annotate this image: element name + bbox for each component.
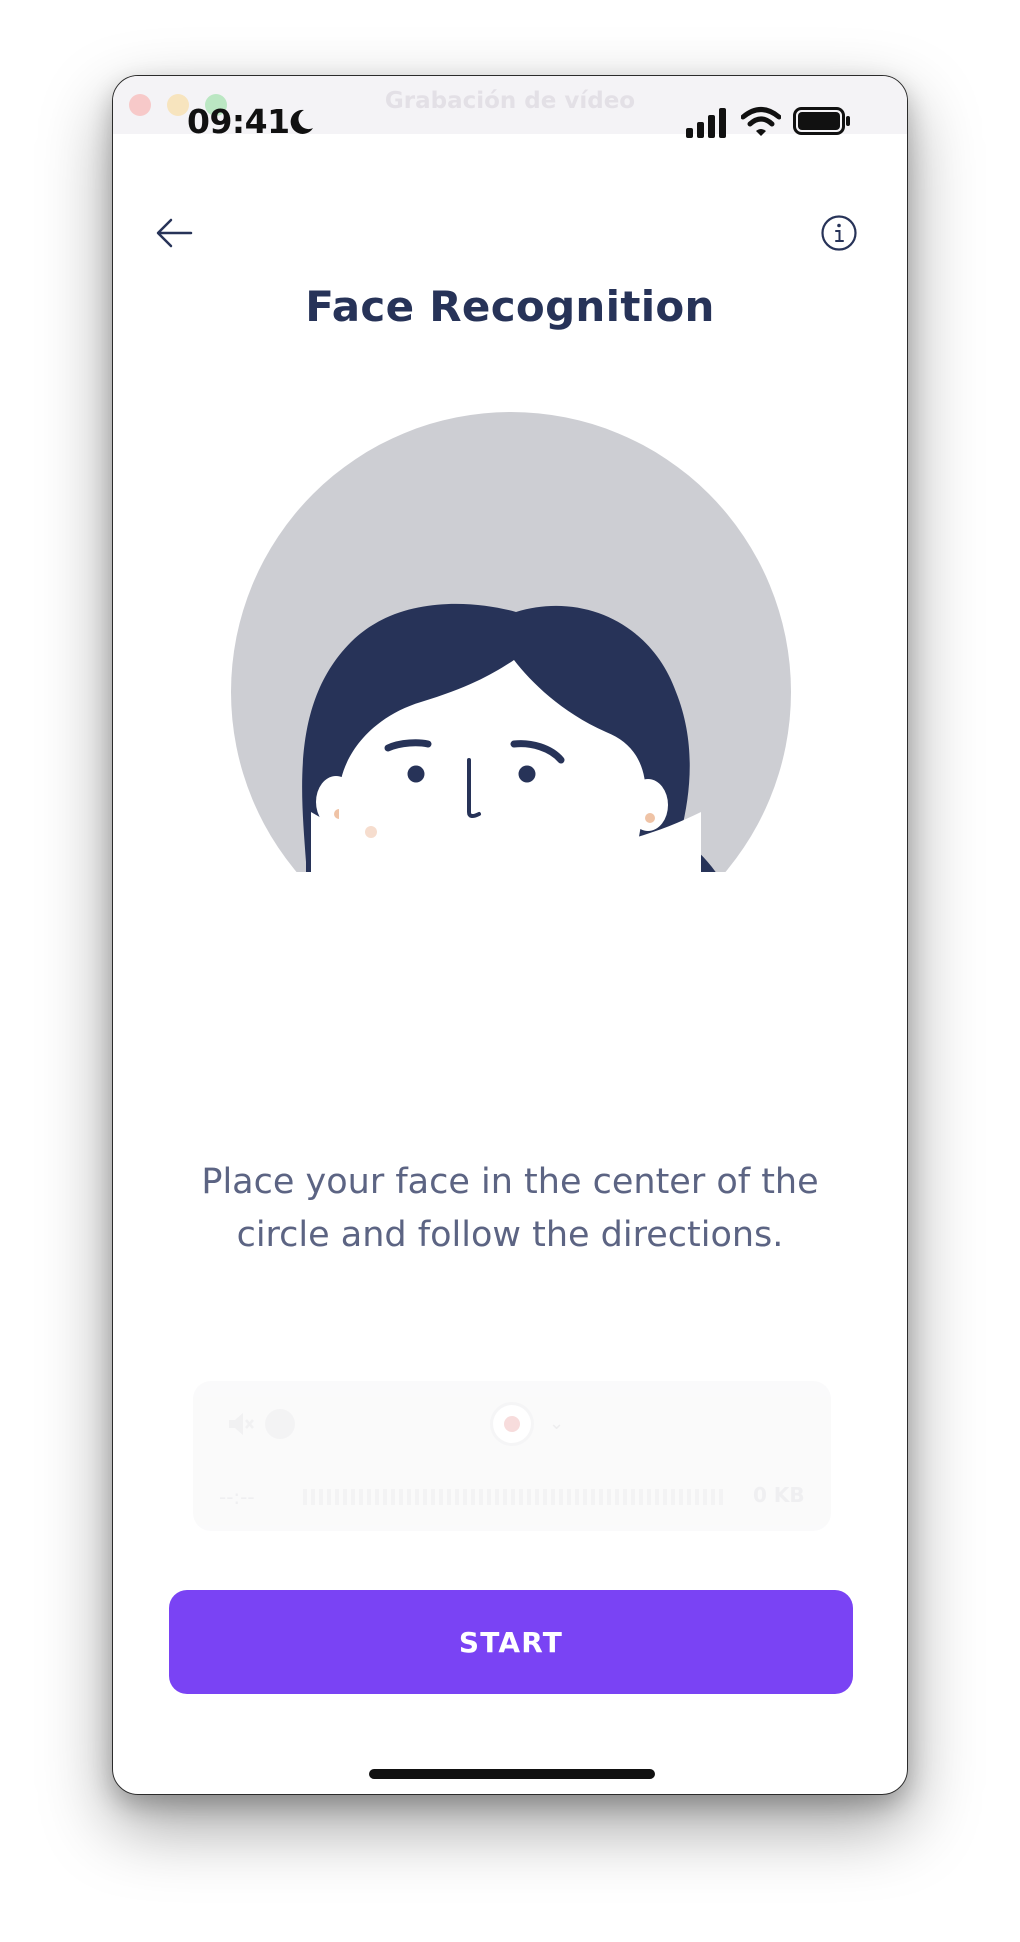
mute-icon[interactable] [225,1409,255,1439]
app-window: Grabación de vídeo 09:41 Face Recognitio… [112,75,908,1795]
status-time: 09:41 [187,102,290,141]
cellular-signal-icon [686,108,726,138]
recording-size: 0 KB [753,1483,805,1507]
record-button[interactable] [493,1405,531,1443]
arrow-left-icon[interactable] [151,210,197,256]
page-title: Face Recognition [305,282,715,331]
recording-time: --:-- [219,1485,255,1509]
instructions-text: Place your face in the center of the cir… [201,1162,819,1255]
battery-icon [793,107,850,135]
chevron-down-icon[interactable]: ⌄ [549,1413,564,1434]
camera-toggle-icon[interactable] [265,1409,295,1439]
audio-waveform [303,1489,723,1505]
wifi-icon [741,107,781,136]
start-button[interactable]: START [169,1590,853,1694]
recording-overlay: ⌄ --:-- 0 KB [193,1381,831,1531]
home-indicator[interactable] [369,1769,655,1779]
moon-icon [290,109,313,134]
face-illustration [231,412,791,872]
info-circle-icon[interactable] [816,210,862,256]
